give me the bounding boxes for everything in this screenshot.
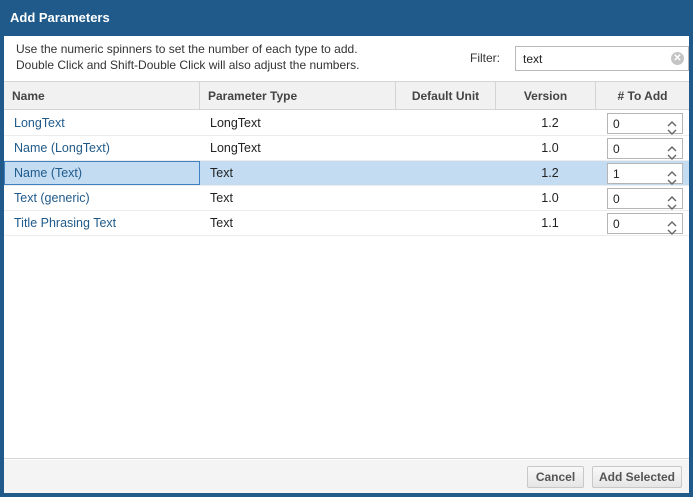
table-row[interactable]: Name (LongText) LongText 1.0 [4,136,689,161]
row-name[interactable]: LongText [4,111,200,135]
row-name[interactable]: Name (LongText) [4,136,200,160]
spin-up-icon[interactable] [667,191,677,202]
dialog-title: Add Parameters [0,0,693,36]
table-row[interactable]: Name (Text) Text 1.2 [4,161,689,186]
row-parameter-type: Text [210,191,233,205]
filter-field: ✕ [515,46,689,71]
column-header-to-add[interactable]: # To Add [596,82,689,110]
column-header-version[interactable]: Version [496,82,596,110]
spin-down-icon[interactable] [667,149,677,160]
row-parameter-type: Text [210,166,233,180]
instructions: Use the numeric spinners to set the numb… [16,41,436,73]
to-add-spinner [607,213,683,235]
row-default-unit [396,161,496,185]
spin-down-icon[interactable] [667,124,677,135]
spin-down-icon[interactable] [667,174,677,185]
to-add-spinner [607,138,683,160]
to-add-spinner [607,163,683,185]
spin-down-icon[interactable] [667,224,677,235]
row-version: 1.2 [541,166,559,180]
row-version: 1.0 [541,141,559,155]
spin-up-icon[interactable] [667,141,677,152]
row-parameter-type: Text [210,216,233,230]
spin-up-icon[interactable] [667,216,677,227]
instructions-line-2: Double Click and Shift-Double Click will… [16,58,360,72]
to-add-input[interactable] [608,164,662,183]
column-header-default-unit[interactable]: Default Unit [396,82,496,110]
table-row[interactable]: Title Phrasing Text Text 1.1 [4,211,689,236]
row-version: 1.0 [541,191,559,205]
instructions-line-1: Use the numeric spinners to set the numb… [16,42,358,56]
row-name[interactable]: Title Phrasing Text [4,211,200,235]
row-default-unit [396,136,496,160]
table-row[interactable]: Text (generic) Text 1.0 [4,186,689,211]
to-add-input[interactable] [608,139,662,158]
table-row[interactable]: LongText LongText 1.2 [4,111,689,136]
spin-down-icon[interactable] [667,199,677,210]
to-add-spinner [607,113,683,135]
to-add-input[interactable] [608,189,662,208]
row-name[interactable]: Text (generic) [4,186,200,210]
row-parameter-type: LongText [210,141,261,155]
spin-up-icon[interactable] [667,166,677,177]
row-version: 1.2 [541,116,559,130]
to-add-spinner [607,188,683,210]
add-selected-button[interactable]: Add Selected [592,466,682,488]
table-header: Name Parameter Type Default Unit Version… [4,82,689,110]
column-header-name[interactable]: Name [4,82,200,110]
row-name[interactable]: Name (Text) [4,161,200,185]
row-parameter-type: LongText [210,116,261,130]
row-default-unit [396,186,496,210]
spin-up-icon[interactable] [667,116,677,127]
row-default-unit [396,211,496,235]
cancel-button[interactable]: Cancel [527,466,584,488]
row-version: 1.1 [541,216,559,230]
to-add-input[interactable] [608,114,662,133]
filter-input[interactable] [516,47,666,70]
add-parameters-dialog: Add Parameters Use the numeric spinners … [0,0,693,497]
filter-label: Filter: [470,51,500,65]
clear-filter-icon[interactable]: ✕ [671,52,684,65]
dialog-footer: Cancel Add Selected [4,460,689,493]
parameters-table: Name Parameter Type Default Unit Version… [4,81,689,459]
row-default-unit [396,111,496,135]
column-header-parameter-type[interactable]: Parameter Type [200,82,396,110]
to-add-input[interactable] [608,214,662,233]
